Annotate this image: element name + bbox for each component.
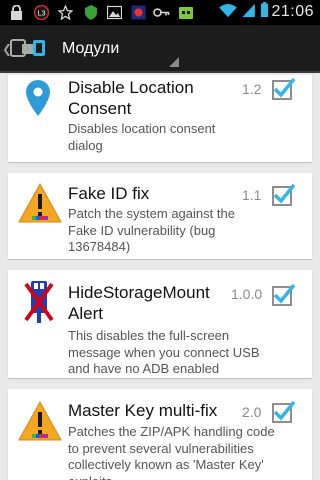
page-title[interactable]: Модули <box>62 40 119 58</box>
module-version: 2.0 <box>242 404 262 420</box>
xposed-icon[interactable] <box>10 37 46 61</box>
warning-android-icon <box>18 401 62 441</box>
dropdown-indicator-icon[interactable] <box>169 57 179 67</box>
star-icon <box>58 5 73 20</box>
module-version: 1.0.0 <box>231 286 263 302</box>
clock: 21:06 <box>271 3 314 20</box>
checkmark-icon <box>273 183 296 204</box>
module-title: Fake ID fix <box>68 184 150 203</box>
module-enable-checkbox[interactable] <box>272 183 296 206</box>
module-card[interactable]: Fake ID fix 1.1 Patch the system against… <box>8 173 312 259</box>
android-debug-icon <box>179 7 193 19</box>
module-description: This disables the full-screen message wh… <box>68 328 260 376</box>
status-bar: L3 21:06 <box>0 0 320 25</box>
module-version: 1.1 <box>242 187 262 203</box>
module-list[interactable]: Disable Location Consent 1.2 Disables lo… <box>0 75 320 480</box>
key-icon <box>153 8 170 17</box>
security-shield-icon <box>85 5 97 20</box>
gallery-icon <box>107 5 122 20</box>
checkmark-icon <box>273 77 296 98</box>
module-version: 1.2 <box>242 81 262 97</box>
module-enable-checkbox[interactable] <box>272 77 296 100</box>
module-card[interactable]: Disable Location Consent 1.2 Disables lo… <box>8 75 312 162</box>
checkmark-icon <box>273 400 296 421</box>
module-description: Disables location consent dialog <box>68 121 216 153</box>
action-bar: ❮ Модули <box>0 25 320 73</box>
module-enable-checkbox[interactable] <box>272 283 296 306</box>
checkmark-icon <box>273 283 296 304</box>
usb-blocked-icon <box>24 281 54 323</box>
app-notification-icon <box>131 5 146 20</box>
module-card[interactable]: HideStorageMount Alert 1.0.0 This disabl… <box>8 270 312 378</box>
module-enable-checkbox[interactable] <box>272 400 296 423</box>
battery-icon <box>260 2 269 17</box>
module-description: Patches the ZIP/APK handling code to pre… <box>68 424 275 480</box>
warning-android-icon <box>18 183 62 223</box>
location-pin-icon <box>26 80 50 116</box>
timer-notification-icon: L3 <box>34 5 49 20</box>
cellular-signal-icon <box>242 3 255 18</box>
lock-icon <box>11 5 22 20</box>
module-title: Master Key multi-fix <box>68 401 218 420</box>
svg-text:L3: L3 <box>38 11 46 18</box>
wifi-icon <box>219 4 237 18</box>
module-title: HideStorageMount Alert <box>68 283 210 323</box>
module-description: Patch the system against the Fake ID vul… <box>68 206 235 254</box>
module-title: Disable Location Consent <box>68 78 194 118</box>
module-card[interactable]: Master Key multi-fix 2.0 Patches the ZIP… <box>8 389 312 480</box>
